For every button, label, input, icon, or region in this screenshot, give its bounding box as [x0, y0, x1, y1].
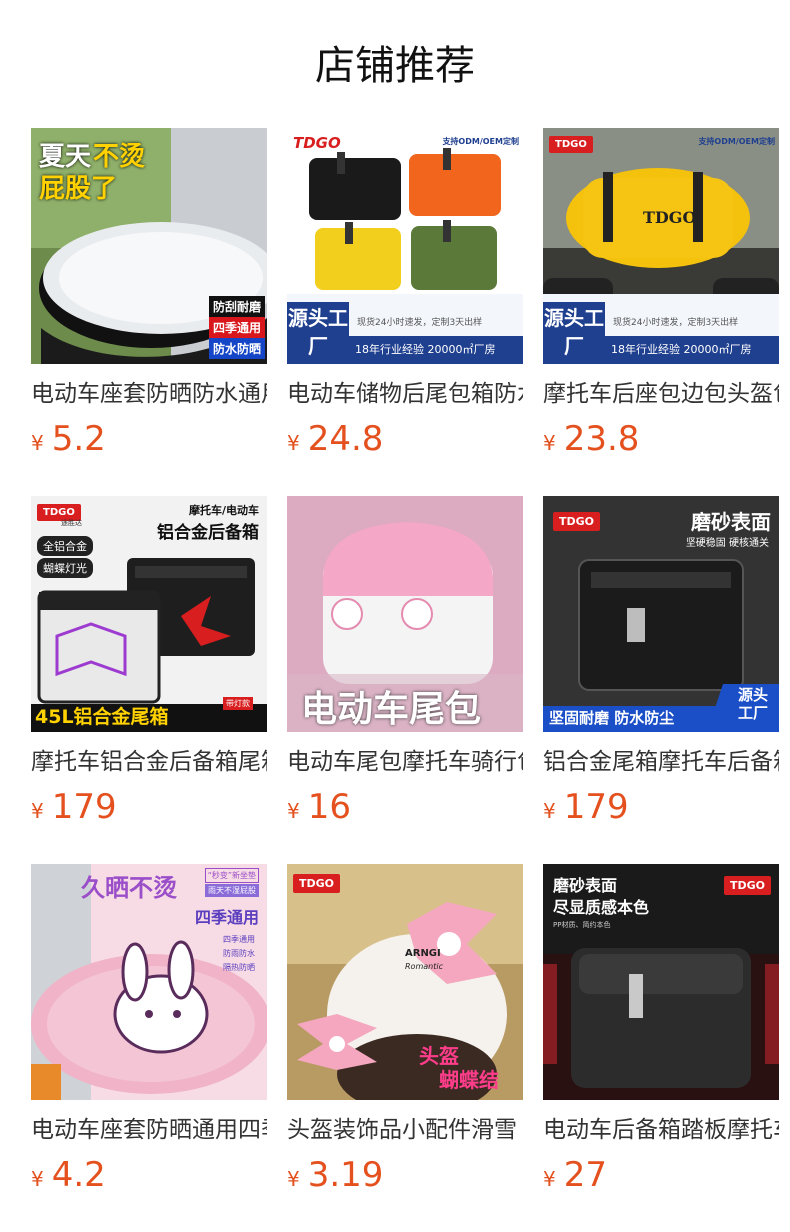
chip-aluminum: 全铝合金	[37, 536, 93, 556]
feature-3: 隔热防晒	[223, 963, 255, 972]
price-value: 23.8	[563, 419, 640, 459]
page-title: 店铺推荐	[315, 43, 475, 89]
image-subheading: 尽显质感本色	[553, 898, 650, 917]
product-card[interactable]: 夏天 不烫 屁股了 防刮耐磨 四季通用 防水防晒 电动车座套防晒防水通用 ¥5.…	[31, 128, 267, 464]
product-card[interactable]: 磨砂表面 尽显质感本色 PP材质、简约本色 TDGO 电动车后备箱踏板摩托车 ¥…	[543, 864, 779, 1200]
brand-logo: TDGO	[293, 134, 341, 152]
product-title[interactable]: 电动车座套防晒通用四季	[31, 1114, 267, 1146]
badge-seat: 屁股了	[39, 174, 118, 204]
product-card[interactable]: TDGO TDGO 支持ODM/OEM定制 源头工厂 现货24小时速发，定制3天…	[543, 128, 779, 464]
capacity-label: 45L铝合金尾箱	[35, 706, 169, 728]
product-title[interactable]: 摩托车铝合金后备箱尾箱	[31, 746, 267, 778]
product-grid: 夏天 不烫 屁股了 防刮耐磨 四季通用 防水防晒 电动车座套防晒防水通用 ¥5.…	[31, 128, 779, 1200]
product-image[interactable]: TDGO 途胜达 摩托车/电动车 铝合金后备箱 全铝合金 蝴蝶灯光 45L铝合金…	[31, 496, 267, 732]
product-image[interactable]: TDGO TDGO 支持ODM/OEM定制 源头工厂 现货24小时速发，定制3天…	[543, 128, 779, 364]
feature-2: 防雨防水	[223, 949, 255, 958]
product-card[interactable]: 久晒不烫 “秒变”新坐垫 雨天不湿屁股 四季通用 四季通用 防雨防水 隔热防晒 …	[31, 864, 267, 1200]
tag-scratch: 防刮耐磨	[208, 296, 265, 317]
image-subheading: 铝合金后备箱	[157, 523, 259, 543]
currency-symbol: ¥	[543, 799, 556, 823]
image-heading: 磨砂表面	[691, 510, 771, 534]
currency-symbol: ¥	[31, 1167, 44, 1191]
product-image[interactable]: TDGO 支持ODM/OEM定制 源头工厂 现货24小时速发，定制3天出样 18…	[287, 128, 523, 364]
currency-symbol: ¥	[31, 799, 44, 823]
price-value: 5.2	[51, 419, 106, 459]
product-price: ¥4.2	[31, 1154, 267, 1200]
product-image[interactable]: 磨砂表面 尽显质感本色 PP材质、简约本色 TDGO	[543, 864, 779, 1100]
product-title[interactable]: 电动车座套防晒防水通用	[31, 378, 267, 410]
tag-season: 四季通用	[208, 317, 265, 338]
product-card[interactable]: 电动车尾包 电动车尾包摩托车骑行包 ¥16	[287, 496, 523, 832]
product-price: ¥16	[287, 786, 523, 832]
image-subheading: 四季通用	[194, 908, 259, 927]
currency-symbol: ¥	[543, 431, 556, 455]
new-cushion-chip: “秒变”新坐垫	[204, 868, 259, 883]
brand-logo: TDGO	[553, 512, 601, 531]
currency-symbol: ¥	[287, 1167, 300, 1191]
brand-logo: TDGO	[293, 874, 341, 893]
brand-logo: TDGO	[549, 136, 593, 153]
factory-badge: 源头工厂	[543, 302, 605, 364]
product-card[interactable]: TDGO ARNGI Romantic 头盔 蝴蝶结 头盔装饰品小配件滑雪 ¥3…	[287, 864, 523, 1200]
product-image[interactable]: TDGO ARNGI Romantic 头盔 蝴蝶结	[287, 864, 523, 1100]
shipping-note: 现货24小时速发，定制3天出样	[613, 318, 739, 328]
image-heading: 摩托车/电动车	[188, 504, 259, 517]
brand-sub: 途胜达	[61, 519, 82, 527]
factory-badge: 源头工厂	[287, 302, 349, 364]
product-image[interactable]: 久晒不烫 “秒变”新坐垫 雨天不湿屁股 四季通用 四季通用 防雨防水 隔热防晒	[31, 864, 267, 1100]
bag-caption: 电动车尾包	[301, 689, 482, 730]
product-price: ¥24.8	[287, 418, 523, 464]
product-title[interactable]: 铝合金尾箱摩托车后备箱	[543, 746, 779, 778]
lamp-note: 带灯款	[223, 697, 253, 710]
price-value: 27	[563, 1155, 607, 1195]
image-heading: 久晒不烫	[81, 874, 177, 902]
product-title[interactable]: 电动车储物后尾包箱防水	[287, 378, 523, 410]
product-title[interactable]: 电动车尾包摩托车骑行包	[287, 746, 523, 778]
product-image[interactable]: 电动车尾包	[287, 496, 523, 732]
experience-strip: 18年行业经验 20000㎡厂房	[605, 336, 779, 364]
product-title[interactable]: 摩托车后座包边包头盔包	[543, 378, 779, 410]
odm-note: 支持ODM/OEM定制	[698, 137, 775, 146]
helmet-text-2: Romantic	[405, 962, 443, 971]
currency-symbol: ¥	[287, 431, 300, 455]
helmet-text: ARNGI	[405, 948, 441, 959]
product-price: ¥179	[543, 786, 779, 832]
price-value: 3.19	[307, 1155, 384, 1195]
experience-strip: 18年行业经验 20000㎡厂房	[349, 336, 523, 364]
odm-note: 支持ODM/OEM定制	[442, 137, 519, 146]
chip-lights: 蝴蝶灯光	[37, 558, 93, 578]
product-image[interactable]: 夏天 不烫 屁股了 防刮耐磨 四季通用 防水防晒	[31, 128, 267, 364]
product-title[interactable]: 电动车后备箱踏板摩托车	[543, 1114, 779, 1146]
product-price: ¥3.19	[287, 1154, 523, 1200]
product-image[interactable]: TDGO 磨砂表面 坚硬稳固 硬核通关 源头工厂 坚固耐磨 防水防尘	[543, 496, 779, 732]
product-card[interactable]: TDGO 磨砂表面 坚硬稳固 硬核通关 源头工厂 坚固耐磨 防水防尘 铝合金尾箱…	[543, 496, 779, 832]
product-price: ¥23.8	[543, 418, 779, 464]
price-value: 24.8	[307, 419, 384, 459]
shipping-note: 现货24小时速发，定制3天出样	[357, 318, 483, 328]
feature-strip: 坚固耐磨 防水防尘	[549, 709, 675, 727]
rain-chip: 雨天不湿屁股	[205, 884, 259, 897]
price-value: 179	[563, 787, 629, 827]
feature-1: 四季通用	[223, 935, 255, 944]
price-value: 179	[51, 787, 117, 827]
tag-waterproof: 防水防晒	[208, 338, 265, 359]
price-value: 16	[307, 787, 351, 827]
image-heading: 磨砂表面	[553, 876, 618, 895]
factory-badge: 源头工厂	[737, 686, 768, 722]
product-card[interactable]: TDGO 支持ODM/OEM定制 源头工厂 现货24小时速发，定制3天出样 18…	[287, 128, 523, 464]
caption-bow: 蝴蝶结	[439, 1068, 499, 1092]
price-value: 4.2	[51, 1155, 106, 1195]
currency-symbol: ¥	[31, 431, 44, 455]
product-price: ¥5.2	[31, 418, 267, 464]
product-card[interactable]: TDGO 途胜达 摩托车/电动车 铝合金后备箱 全铝合金 蝴蝶灯光 45L铝合金…	[31, 496, 267, 832]
product-price: ¥27	[543, 1154, 779, 1200]
currency-symbol: ¥	[543, 1167, 556, 1191]
svg-text:TDGO: TDGO	[643, 208, 696, 227]
brand-logo: TDGO	[723, 876, 771, 895]
image-subheading: 坚硬稳固 硬核通关	[685, 538, 769, 549]
product-title[interactable]: 头盔装饰品小配件滑雪	[287, 1114, 523, 1146]
material-note: PP材质、简约本色	[553, 921, 611, 929]
product-price: ¥179	[31, 786, 267, 832]
currency-symbol: ¥	[287, 799, 300, 823]
